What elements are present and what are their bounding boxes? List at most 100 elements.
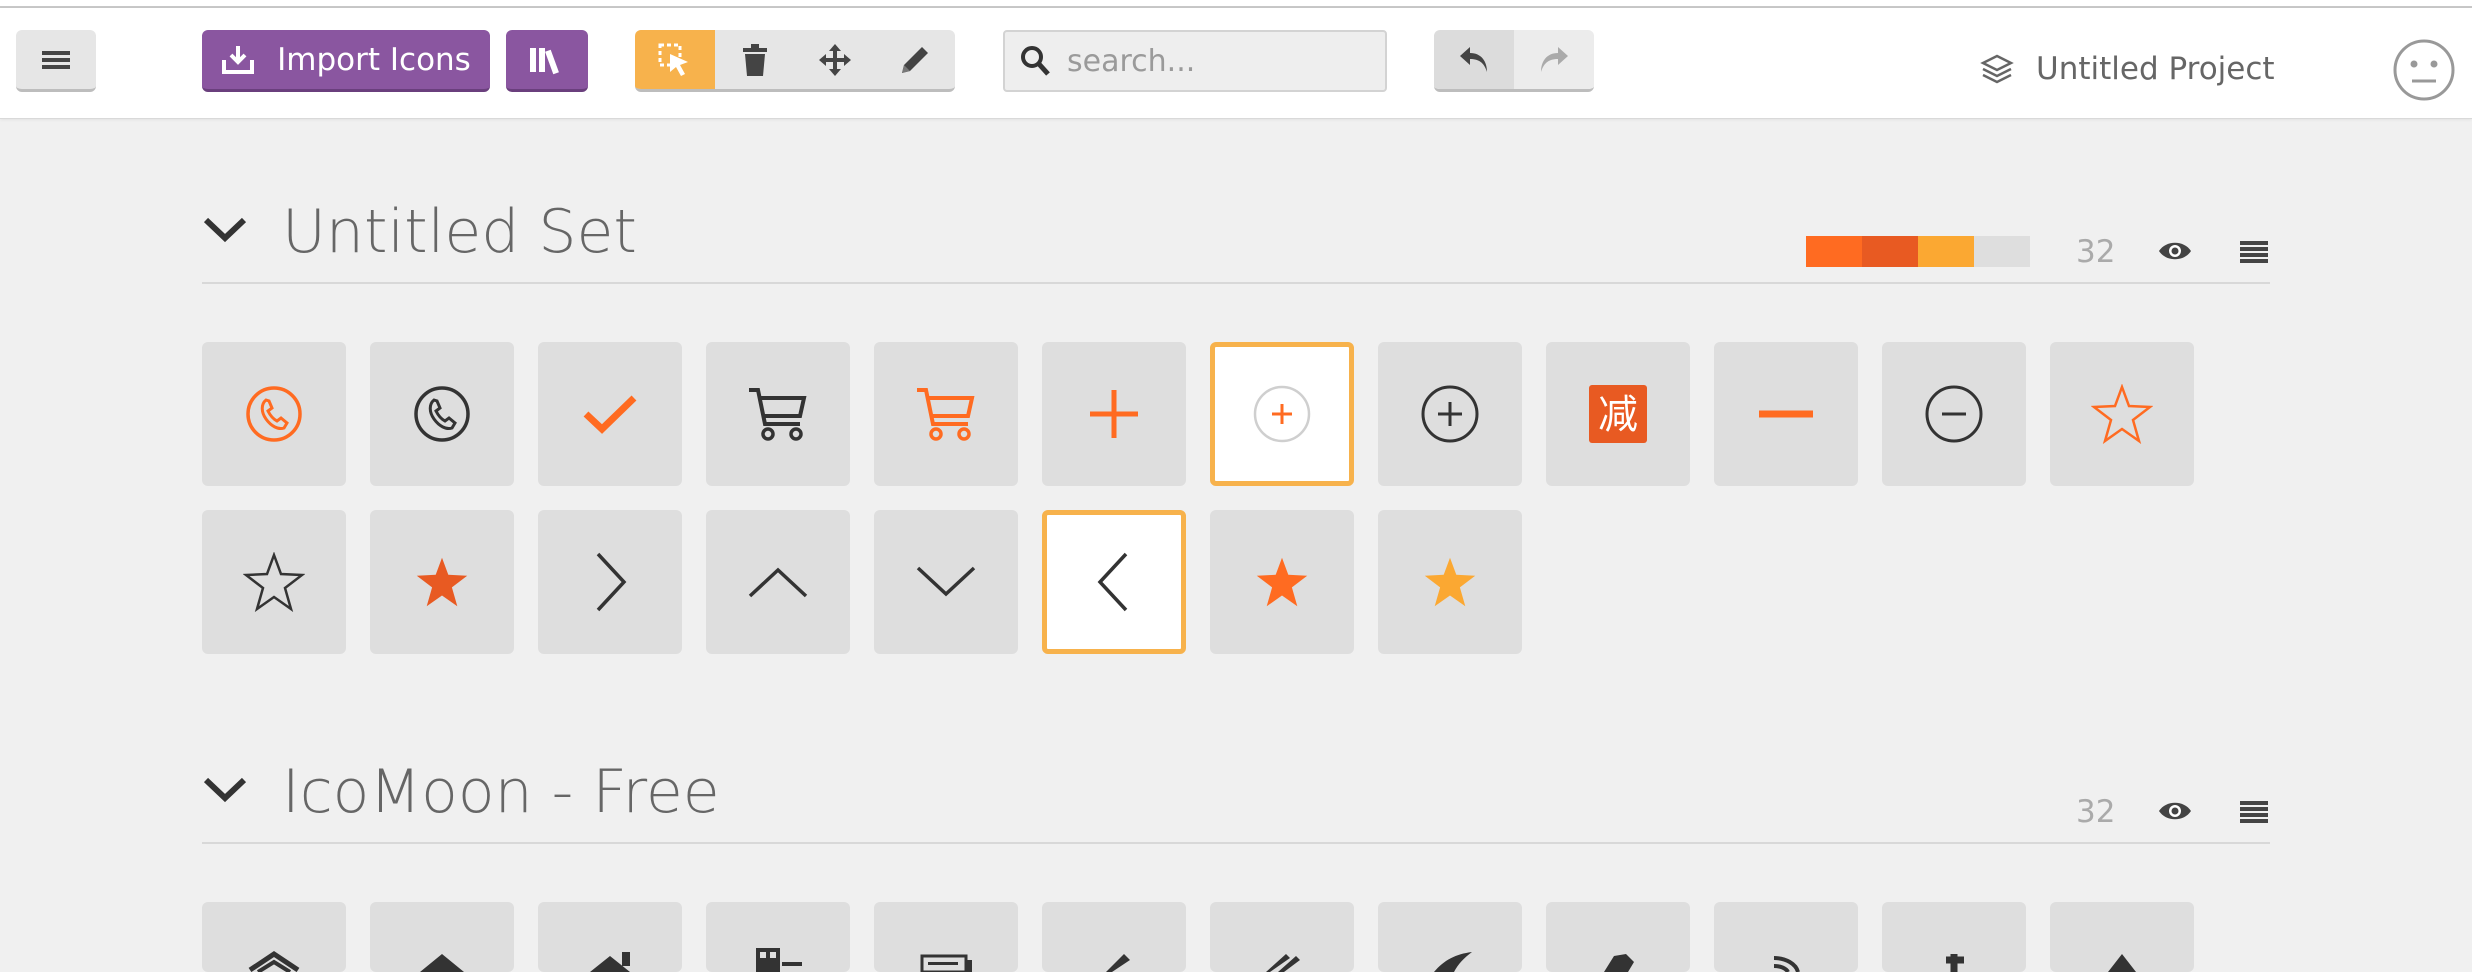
phone-circle-icon bbox=[246, 386, 302, 442]
star-filled-icon bbox=[1256, 557, 1308, 607]
icon-tile[interactable] bbox=[706, 510, 850, 654]
search-box bbox=[1003, 30, 1387, 92]
list-menu-icon[interactable] bbox=[2240, 240, 2268, 264]
icon-tile[interactable] bbox=[1042, 342, 1186, 486]
icon-tile[interactable] bbox=[538, 510, 682, 654]
office-icon bbox=[756, 948, 802, 972]
chevron-left-icon bbox=[1097, 552, 1128, 612]
delete-mode-button[interactable] bbox=[715, 30, 795, 89]
blog-icon bbox=[1773, 956, 1800, 972]
chevron-right-icon bbox=[596, 552, 627, 612]
import-icons-button[interactable]: Import Icons bbox=[202, 30, 490, 92]
plus-circle-icon bbox=[1253, 385, 1311, 443]
select-mode-button[interactable] bbox=[635, 30, 715, 89]
redo-icon bbox=[1541, 46, 1568, 72]
icon-tile[interactable] bbox=[1210, 510, 1354, 654]
window-top-edge bbox=[0, 0, 2472, 8]
search-input[interactable] bbox=[1065, 42, 1369, 80]
star-outline-icon bbox=[2091, 384, 2153, 444]
icon-tile[interactable] bbox=[202, 510, 346, 654]
icon-tile[interactable] bbox=[1378, 342, 1522, 486]
home3-icon bbox=[590, 952, 630, 972]
undo-button[interactable] bbox=[1434, 30, 1514, 89]
set-title[interactable]: Untitled Set bbox=[282, 192, 637, 272]
pencil2-icon bbox=[1266, 954, 1300, 972]
icon-tile[interactable]: 减 bbox=[1546, 342, 1690, 486]
chevron-up-icon bbox=[748, 567, 808, 598]
library-icon bbox=[530, 47, 559, 74]
user-avatar-icon[interactable] bbox=[2392, 38, 2456, 102]
set-title[interactable]: IcoMoon - Free bbox=[282, 752, 720, 832]
icon-tile[interactable] bbox=[874, 510, 1018, 654]
edit-mode-button[interactable] bbox=[875, 30, 955, 89]
cart-icon bbox=[917, 388, 975, 441]
icon-tile[interactable] bbox=[538, 902, 682, 972]
redo-button[interactable] bbox=[1514, 30, 1594, 89]
project-selector[interactable]: Untitled Project bbox=[1980, 44, 2275, 94]
icon-tile-selected[interactable] bbox=[1210, 342, 1354, 486]
icon-tile[interactable] bbox=[538, 342, 682, 486]
pen-icon bbox=[1604, 954, 1634, 972]
set-header-untitled: Untitled Set 32 bbox=[202, 192, 2270, 284]
color-swatch bbox=[1974, 236, 2030, 267]
pencil-icon bbox=[1106, 954, 1130, 972]
main-toolbar: Import Icons Untitled Project bbox=[0, 8, 2472, 119]
import-icon bbox=[222, 45, 255, 74]
quill-icon bbox=[1434, 952, 1472, 972]
icon-tile[interactable] bbox=[1546, 902, 1690, 972]
eye-icon[interactable] bbox=[2158, 240, 2192, 262]
icon-tile[interactable] bbox=[370, 510, 514, 654]
newspaper-icon bbox=[920, 954, 972, 972]
eyedropper-icon bbox=[1946, 954, 1964, 972]
collapse-chevron-icon[interactable] bbox=[202, 774, 248, 804]
icon-tile[interactable] bbox=[874, 902, 1018, 972]
cart-icon bbox=[749, 388, 807, 441]
icon-tile-selected[interactable] bbox=[1042, 510, 1186, 654]
menu-button[interactable] bbox=[16, 30, 96, 92]
edit-mode-group bbox=[635, 30, 955, 92]
icon-tile[interactable] bbox=[1378, 902, 1522, 972]
list-menu-icon[interactable] bbox=[2240, 800, 2268, 824]
icon-tile[interactable] bbox=[706, 342, 850, 486]
icon-tile[interactable] bbox=[874, 342, 1018, 486]
icon-tile[interactable] bbox=[1378, 510, 1522, 654]
search-icon bbox=[1021, 46, 1050, 76]
icon-tile[interactable] bbox=[370, 902, 514, 972]
minus-icon bbox=[1759, 410, 1813, 418]
icon-tile[interactable] bbox=[370, 342, 514, 486]
icon-tile[interactable] bbox=[2050, 902, 2194, 972]
collapse-chevron-icon[interactable] bbox=[202, 214, 248, 244]
hamburger-icon bbox=[42, 50, 70, 69]
library-button[interactable] bbox=[506, 30, 588, 92]
eye-icon[interactable] bbox=[2158, 800, 2192, 822]
icon-tile[interactable] bbox=[1714, 902, 1858, 972]
star-filled-icon bbox=[1424, 557, 1476, 607]
color-swatch bbox=[1918, 236, 1974, 267]
pencil-icon bbox=[902, 46, 928, 73]
icon-tile[interactable] bbox=[202, 342, 346, 486]
icon-count: 32 bbox=[2076, 794, 2116, 830]
move-mode-button[interactable] bbox=[795, 30, 875, 89]
plus-circle-icon bbox=[1421, 385, 1479, 443]
icon-tile[interactable] bbox=[2050, 342, 2194, 486]
star-filled-icon bbox=[416, 557, 468, 607]
history-group bbox=[1434, 30, 1594, 92]
icon-tile[interactable] bbox=[1714, 342, 1858, 486]
icon-tile[interactable] bbox=[1882, 342, 2026, 486]
layers-icon bbox=[1980, 54, 2014, 84]
kanji-glyph: 减 bbox=[1598, 392, 1638, 438]
chevron-down-icon bbox=[916, 566, 976, 597]
icon-tile[interactable] bbox=[1210, 902, 1354, 972]
kanji-minus-icon: 减 bbox=[1589, 385, 1647, 443]
select-icon bbox=[658, 43, 688, 76]
icon-tile[interactable] bbox=[706, 902, 850, 972]
set-header-icomoon: IcoMoon - Free 32 bbox=[202, 752, 2270, 844]
home-icon bbox=[248, 950, 300, 972]
color-palette-bar[interactable] bbox=[1806, 236, 2030, 267]
checkmark-icon bbox=[583, 395, 637, 434]
droplet-icon bbox=[2108, 954, 2136, 972]
project-title: Untitled Project bbox=[2036, 51, 2275, 87]
icon-tile[interactable] bbox=[1882, 902, 2026, 972]
icon-tile[interactable] bbox=[202, 902, 346, 972]
icon-tile[interactable] bbox=[1042, 902, 1186, 972]
